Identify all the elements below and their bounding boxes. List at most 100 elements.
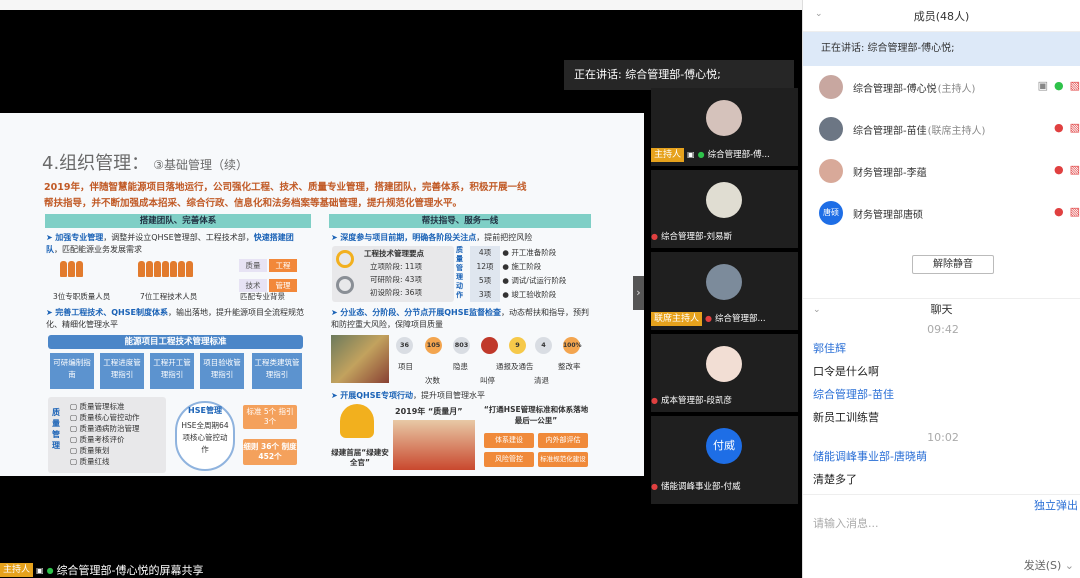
- stat-quality-staff: 3位专职质量人员: [53, 292, 111, 301]
- unmute-all-button[interactable]: 解除静音: [912, 255, 994, 274]
- camera-off-icon: ▧: [1069, 121, 1080, 134]
- stat-circle-6: 4: [535, 337, 552, 354]
- video-tile[interactable]: ● 综合管理部-刘易斯: [651, 170, 798, 250]
- chat-time: 10:02: [927, 431, 959, 444]
- bar-4: 项目验收管理指引: [200, 353, 244, 389]
- video-tile[interactable]: 主持人 ▣ ● 综合管理部-傅...: [651, 88, 798, 168]
- qc-list: 4项 ● 开工准备阶段 12项 ● 施工阶段 5项 ● 调试/试运行阶段 3项 …: [470, 246, 590, 302]
- pill-1: 体系建设: [484, 433, 534, 448]
- right-bullet-1: ➤ 深度参与项目前期，明确各阶段关注点，提前把控风险: [331, 233, 533, 242]
- chat-time: 09:42: [927, 323, 959, 336]
- camera-off-icon: ▧: [1069, 79, 1080, 92]
- stat-circle-5: 9: [509, 337, 526, 354]
- left-section-head: 搭建团队、完善体系: [45, 214, 311, 228]
- avatar: [706, 100, 742, 136]
- avatar: [819, 75, 843, 99]
- popout-button[interactable]: 独立弹出: [1034, 497, 1078, 513]
- chevron-down-icon[interactable]: ⌄: [815, 9, 823, 19]
- hse-card: HSE管理 HSE全周期64项核心管控动作: [175, 401, 235, 471]
- circle-label-7: 整改率: [558, 362, 581, 371]
- tech-card: 工程技术管理要点 立项阶段: 11项 可研阶段: 43项 初设阶段: 36项: [332, 246, 454, 302]
- member-row[interactable]: 综合管理部-傅心悦 (主持人) ▣ ● ▧: [803, 66, 1080, 108]
- mic-on-icon: ●: [1053, 79, 1064, 92]
- right-bullet-3: ➤ 开展QHSE专项行动，提升项目管理水平: [331, 391, 485, 400]
- video-tile[interactable]: ● 成本管理部-段凯彦: [651, 334, 798, 414]
- chat-input[interactable]: 请输入消息...: [813, 515, 879, 531]
- standard-header: 能源项目工程技术管理标准: [48, 335, 303, 349]
- pill-2: 内外部评估: [538, 433, 588, 448]
- stat-background: 匹配专业背景: [240, 292, 285, 301]
- chevron-down-icon: ⌄: [1064, 559, 1074, 572]
- video-tile[interactable]: 付威 ● 储能调峰事业部-付威: [651, 416, 798, 506]
- bar-2: 工程进度管理指引: [100, 353, 144, 389]
- member-row[interactable]: 唐硕 财务管理部唐硕 ● ▧: [803, 192, 1080, 234]
- avatar: [706, 346, 742, 382]
- quality-people-icon: [60, 261, 84, 281]
- shared-slide: 4.组织管理： ③基础管理（续） 2019年，伴随智慧能源项目落地运行，公司强化工…: [0, 113, 644, 476]
- circle-label-4: 叫停: [480, 376, 495, 385]
- camera-off-icon: ▧: [1069, 163, 1080, 176]
- chevron-down-icon[interactable]: ⌄: [813, 299, 821, 321]
- slide-intro: 2019年，伴随智慧能源项目落地运行，公司强化工程、技术、质量专业管理，搭建团队…: [44, 182, 527, 209]
- right-section-head: 帮扶指导、服务一线: [329, 214, 591, 228]
- skills-grid: 质量 工程技术 管理: [238, 253, 302, 293]
- screen-share-icon: ▣: [36, 565, 44, 575]
- send-button[interactable]: 发送(S) ⌄: [1024, 557, 1074, 573]
- stat-circle-7: 100%: [563, 337, 582, 354]
- chat-header[interactable]: ⌄ 聊天: [803, 298, 1080, 320]
- chat-message: 新员工训练营: [813, 411, 879, 424]
- members-header[interactable]: ⌄ 成员(48人): [803, 0, 1080, 32]
- quality-list: ▢ 质量管理标准 ▢ 质量核心管控动作 ▢ 质量通病防治管理 ▢ 质量考核评价 …: [70, 402, 140, 466]
- avatar: [819, 159, 843, 183]
- video-tile[interactable]: 联席主持人 ● 综合管理部...: [651, 252, 798, 332]
- safety-officer-caption: 绿建首届“绿建安全官”: [331, 448, 389, 467]
- right-bullet-2: ➤ 分业态、分阶段、分节点开展QHSE监督检查，动态帮扶和指导，预判和防控重大风…: [331, 308, 589, 329]
- chat-messages: 09:42 郭佳辉 口令是什么啊 综合管理部-苗佳 新员工训练营 10:02 储…: [813, 322, 1073, 494]
- safety-officer-icon: [340, 404, 374, 438]
- camera-off-icon: ▧: [1069, 205, 1080, 218]
- chat-sender: 综合管理部-苗佳: [813, 388, 894, 401]
- collapse-arrow-button[interactable]: ›: [633, 276, 644, 310]
- screen-share-icon: ▣: [687, 150, 695, 159]
- stat-engineers: 7位工程技术人员: [140, 292, 198, 301]
- chat-sender: 储能调峰事业部-唐晓萌: [813, 450, 927, 463]
- qc-label: 质量管理动作: [456, 246, 463, 299]
- std-badge: 标准 5个 指引 3个: [243, 405, 297, 429]
- stat-circle-1: 36: [396, 337, 413, 354]
- slide-title: 4.组织管理： ③基础管理（续）: [42, 153, 248, 174]
- avatar: [706, 182, 742, 218]
- mic-muted-icon: ●: [651, 396, 658, 405]
- speaking-indicator: 正在讲话: 综合管理部-傅心悦;: [564, 60, 794, 90]
- circle-label-2: 次数: [425, 376, 440, 385]
- avatar: 付威: [706, 428, 742, 464]
- mic-on-icon: ●: [46, 565, 54, 575]
- pill-4: 标准规范化建设: [538, 452, 588, 467]
- chat-message: 清楚多了: [813, 473, 857, 486]
- bar-5: 工程类建筑管理指引: [252, 353, 302, 389]
- top-strip: [0, 0, 802, 10]
- mic-muted-icon: ●: [1053, 121, 1064, 134]
- gear-icon: [336, 250, 354, 268]
- quality-label: 质量管理: [52, 408, 60, 450]
- member-row[interactable]: 财务管理部-李蕴 ● ▧: [803, 150, 1080, 192]
- avatar: 唐硕: [819, 201, 843, 225]
- screen-share-icon: ▣: [1037, 79, 1048, 92]
- gear-icon-2: [336, 276, 354, 294]
- mic-muted-icon: ●: [1053, 205, 1064, 218]
- chat-message: 口令是什么啊: [813, 365, 879, 378]
- mic-muted-icon: ●: [1053, 163, 1064, 176]
- members-speaking: 正在讲话: 综合管理部-傅心悦;: [803, 32, 1080, 66]
- quality-month-title: 2019年 “质量月”: [395, 407, 463, 416]
- avatar: [819, 117, 843, 141]
- avatar: [706, 264, 742, 300]
- quality-month-photo: [393, 420, 475, 470]
- quality-card: 质量管理 ▢ 质量管理标准 ▢ 质量核心管控动作 ▢ 质量通病防治管理 ▢ 质量…: [48, 397, 166, 473]
- member-row[interactable]: 综合管理部-苗佳 (联席主持人) ● ▧: [803, 108, 1080, 150]
- bar-1: 可研编制指南: [50, 353, 94, 389]
- mic-muted-icon: ●: [651, 482, 658, 491]
- stat-circle-4: ?: [481, 337, 498, 354]
- pill-3: 风险管控: [484, 452, 534, 467]
- chat-divider: [803, 494, 1080, 495]
- mic-muted-icon: ●: [705, 314, 712, 323]
- slogan: “打通HSE管理标准和体系落地最后一公里”: [483, 405, 589, 425]
